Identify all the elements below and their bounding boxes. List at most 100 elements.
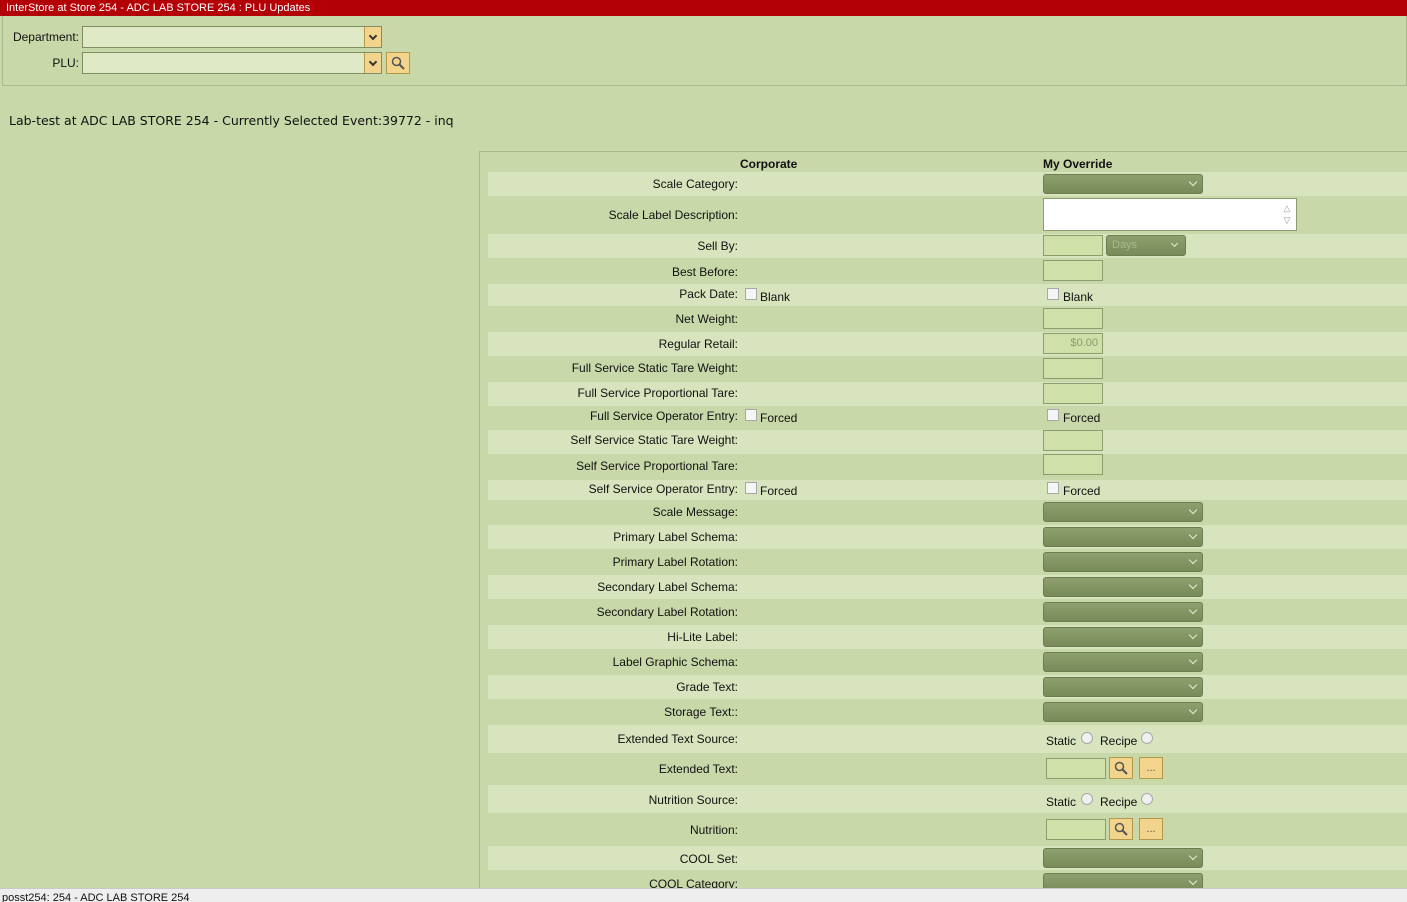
plu-search-button[interactable] <box>386 52 410 74</box>
extended-text-source-group: Static Recipe <box>1043 729 1159 749</box>
plu-combo[interactable] <box>82 52 382 74</box>
ss-static-tare-label: Self Service Static Tare Weight: <box>570 433 738 447</box>
cool-set-select[interactable] <box>1043 848 1203 868</box>
row-ss-prop-tare: Self Service Proportional Tare: <box>488 454 1407 479</box>
corporate-ss-forced-label: Forced <box>760 484 798 498</box>
nutrition-browse-button[interactable]: ... <box>1139 818 1163 840</box>
row-fs-operator-entry: Full Service Operator Entry: Forced Forc… <box>488 407 1407 429</box>
row-secondary-label-rotation: Secondary Label Rotation: <box>488 600 1407 624</box>
window-title: InterStore at Store 254 - ADC LAB STORE … <box>0 0 1407 16</box>
chevron-down-icon <box>1188 876 1198 886</box>
extended-text-recipe-radio[interactable] <box>1141 732 1153 744</box>
chevron-down-icon <box>1188 630 1198 640</box>
secondary-label-rotation-select[interactable] <box>1043 602 1203 622</box>
sell-by-label: Sell By: <box>697 239 738 253</box>
row-fs-prop-tare: Full Service Proportional Tare: <box>488 382 1407 406</box>
spin-arrows-icon[interactable]: △ ▽ <box>1282 202 1292 226</box>
chevron-down-icon <box>1188 530 1198 540</box>
chevron-down-icon <box>1170 239 1179 248</box>
override-pack-date-blank-checkbox[interactable] <box>1047 288 1059 300</box>
row-label-graphic-schema: Label Graphic Schema: <box>488 650 1407 674</box>
search-icon <box>1114 761 1128 775</box>
chevron-down-icon <box>1188 655 1198 665</box>
plu-label: PLU: <box>52 56 79 70</box>
nutrition-input[interactable] <box>1046 819 1106 840</box>
row-nutrition-source: Nutrition Source: Static Recipe <box>488 785 1407 813</box>
primary-label-schema-label: Primary Label Schema: <box>613 530 738 544</box>
primary-label-rotation-select[interactable] <box>1043 552 1203 572</box>
ss-prop-tare-input[interactable] <box>1043 454 1103 475</box>
extended-text-source-label: Extended Text Source: <box>617 732 738 746</box>
label-graphic-schema-select[interactable] <box>1043 652 1203 672</box>
row-storage-text: Storage Text:: <box>488 700 1407 724</box>
chevron-down-icon <box>368 31 378 40</box>
row-scale-message: Scale Message: <box>488 500 1407 524</box>
chevron-down-icon <box>1188 555 1198 565</box>
override-fs-forced-checkbox[interactable] <box>1047 409 1059 421</box>
nutrition-recipe-radio[interactable] <box>1141 793 1153 805</box>
regular-retail-label: Regular Retail: <box>658 337 738 351</box>
row-primary-label-schema: Primary Label Schema: <box>488 525 1407 549</box>
nutrition-static-radio[interactable] <box>1081 793 1093 805</box>
net-weight-input[interactable] <box>1043 308 1103 329</box>
chevron-down-icon <box>1188 580 1198 590</box>
row-sell-by: Sell By: Days <box>488 234 1407 258</box>
extended-text-input[interactable] <box>1046 758 1106 779</box>
regular-retail-input[interactable]: $0.00 <box>1043 333 1103 354</box>
extended-text-browse-button[interactable]: ... <box>1139 757 1163 779</box>
fs-static-tare-input[interactable] <box>1043 358 1103 379</box>
fs-prop-tare-input[interactable] <box>1043 383 1103 404</box>
best-before-label: Best Before: <box>671 265 738 279</box>
chevron-down-icon <box>1188 605 1198 615</box>
extended-text-search-button[interactable] <box>1109 757 1133 779</box>
row-fs-static-tare: Full Service Static Tare Weight: <box>488 357 1407 381</box>
nutrition-static-label: Static <box>1046 795 1077 809</box>
plu-dropdown-button[interactable] <box>364 53 381 73</box>
row-secondary-label-schema: Secondary Label Schema: <box>488 575 1407 599</box>
sell-by-unit-select[interactable]: Days <box>1106 235 1186 256</box>
primary-label-schema-select[interactable] <box>1043 527 1203 547</box>
extended-text-recipe-label: Recipe <box>1100 734 1138 748</box>
storage-text-select[interactable] <box>1043 702 1203 722</box>
ss-static-tare-input[interactable] <box>1043 430 1103 451</box>
row-extended-text: Extended Text: ... <box>488 754 1407 784</box>
scale-category-select[interactable] <box>1043 174 1203 194</box>
grade-text-label: Grade Text: <box>676 680 738 694</box>
corporate-fs-forced-checkbox[interactable] <box>745 409 757 421</box>
sell-by-input[interactable] <box>1043 235 1103 256</box>
row-cool-set: COOL Set: <box>488 846 1407 870</box>
primary-label-rotation-label: Primary Label Rotation: <box>612 555 738 569</box>
nutrition-source-group: Static Recipe <box>1043 790 1159 810</box>
pack-date-label: Pack Date: <box>679 287 738 301</box>
corporate-ss-forced-checkbox[interactable] <box>745 482 757 494</box>
best-before-input[interactable] <box>1043 260 1103 281</box>
extended-text-static-radio[interactable] <box>1081 732 1093 744</box>
cool-set-label: COOL Set: <box>679 852 738 866</box>
corporate-pack-date-blank-checkbox[interactable] <box>745 288 757 300</box>
secondary-label-schema-select[interactable] <box>1043 577 1203 597</box>
row-ss-operator-entry: Self Service Operator Entry: Forced Forc… <box>488 480 1407 500</box>
department-label: Department: <box>12 30 79 44</box>
search-icon <box>391 56 405 70</box>
chevron-down-icon <box>368 57 378 66</box>
scale-label-description-textarea[interactable]: △ ▽ <box>1043 198 1297 231</box>
row-best-before: Best Before: <box>488 259 1407 283</box>
override-pack-date-blank-label: Blank <box>1063 290 1094 304</box>
hilite-label-select[interactable] <box>1043 627 1203 647</box>
department-dropdown-button[interactable] <box>364 27 381 47</box>
department-combo[interactable] <box>82 26 382 48</box>
scale-message-select[interactable] <box>1043 502 1203 522</box>
scale-label-description-label: Scale Label Description: <box>608 208 738 222</box>
secondary-label-schema-label: Secondary Label Schema: <box>597 580 738 594</box>
override-ss-forced-checkbox[interactable] <box>1047 482 1059 494</box>
cool-category-select[interactable] <box>1043 873 1203 888</box>
nutrition-search-button[interactable] <box>1109 818 1133 840</box>
fs-operator-entry-label: Full Service Operator Entry: <box>589 409 738 423</box>
grade-text-select[interactable] <box>1043 677 1203 697</box>
row-scale-category: Scale Category: <box>488 172 1407 196</box>
row-ss-static-tare: Self Service Static Tare Weight: <box>488 430 1407 454</box>
extended-text-static-label: Static <box>1046 734 1077 748</box>
label-graphic-schema-label: Label Graphic Schema: <box>612 655 738 669</box>
row-nutrition: Nutrition: ... <box>488 814 1407 844</box>
search-icon <box>1114 822 1128 836</box>
